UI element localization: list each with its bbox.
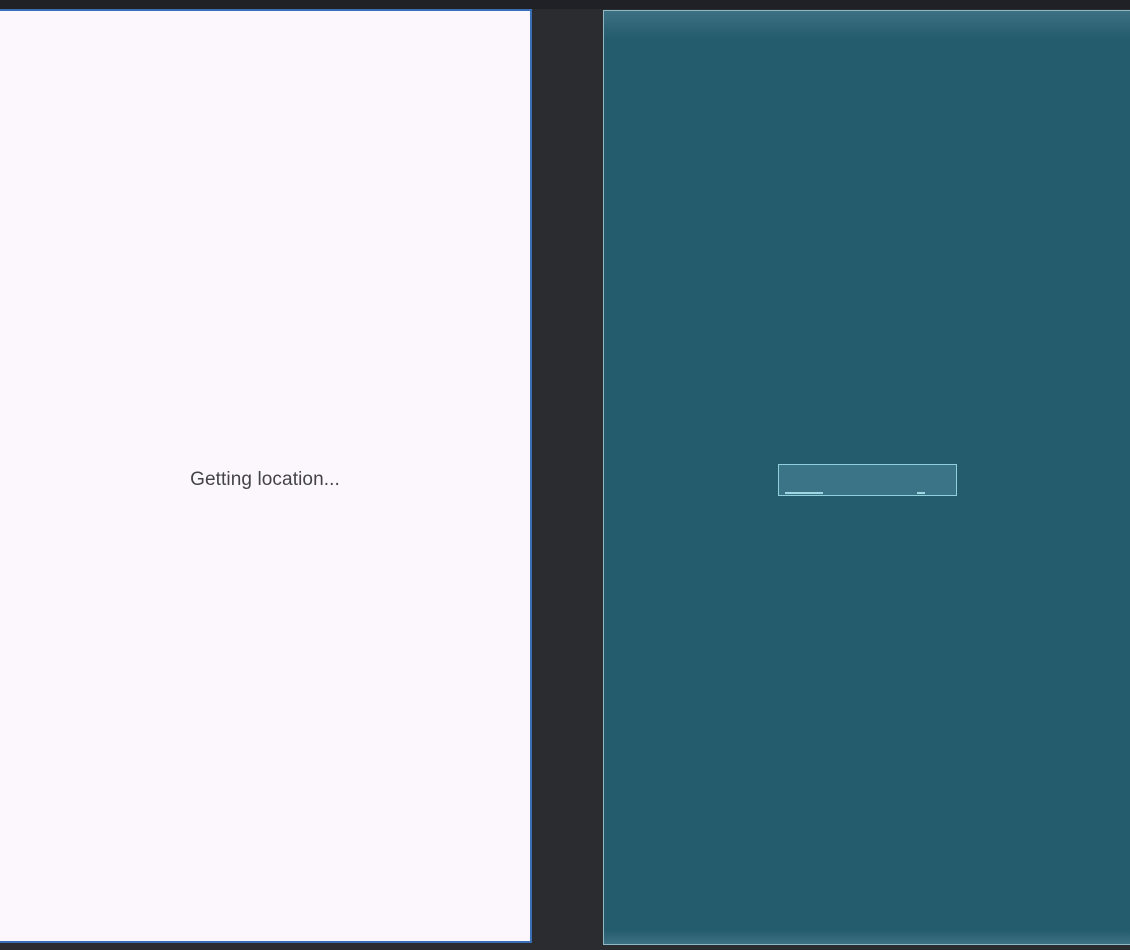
blueprint-text-mark (917, 492, 925, 494)
blueprint-bottom-edge (604, 930, 1130, 944)
location-status-text[interactable]: Getting location... (0, 469, 530, 491)
layout-editor-canvas[interactable]: Getting location... (0, 0, 1130, 950)
blueprint-top-edge (604, 11, 1130, 39)
canvas-top-edge (0, 0, 1130, 9)
design-view-preview[interactable]: Getting location... (0, 9, 532, 943)
blueprint-textview-outline[interactable] (778, 464, 957, 496)
blueprint-view-preview[interactable] (603, 10, 1130, 945)
blueprint-text-mark (785, 492, 823, 494)
